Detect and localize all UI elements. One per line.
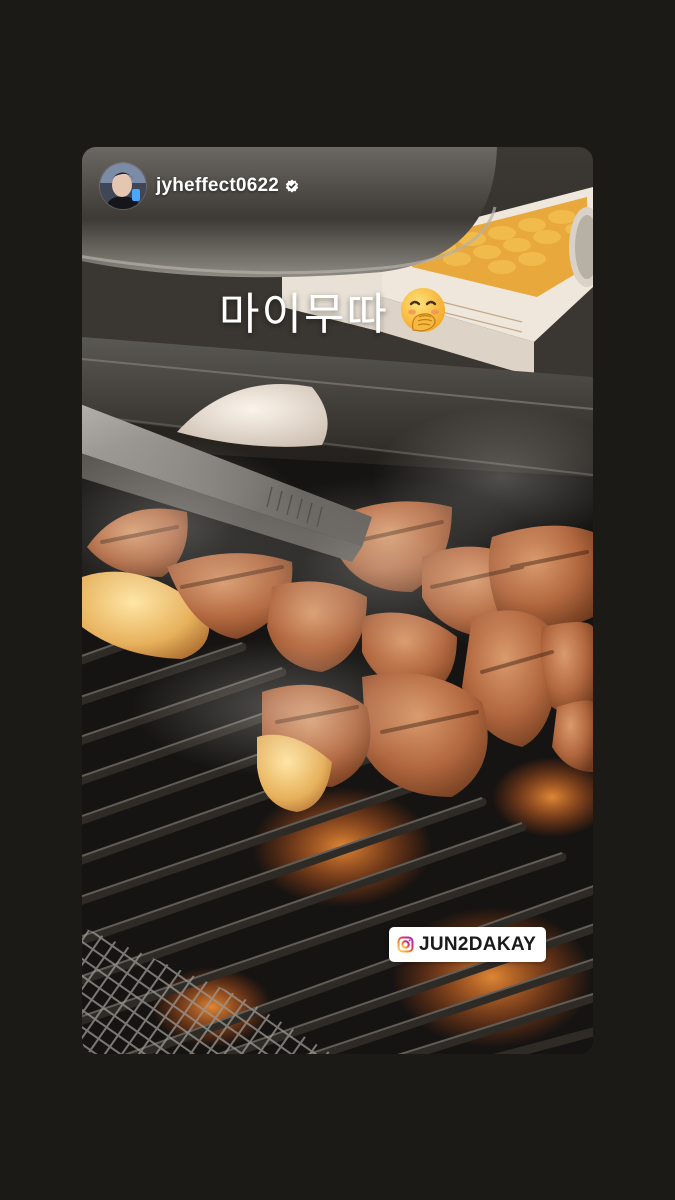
caption-text: 마이무따	[219, 289, 389, 340]
story-header: jyheffect0622	[100, 163, 299, 209]
face-with-hand-over-mouth-icon	[400, 288, 445, 332]
story-card[interactable]: jyheffect0622 마이무따 JUN2DAKAY	[82, 147, 593, 1054]
mention-username: JUN2DAKAY	[419, 933, 537, 955]
avatar[interactable]	[100, 163, 146, 209]
verified-badge-icon	[285, 179, 299, 193]
username-row[interactable]: jyheffect0622	[156, 175, 299, 197]
mention-sticker[interactable]: JUN2DAKAY	[389, 927, 547, 962]
instagram-icon	[397, 936, 414, 953]
username[interactable]: jyheffect0622	[156, 175, 279, 197]
story-caption: 마이무따	[219, 278, 447, 342]
